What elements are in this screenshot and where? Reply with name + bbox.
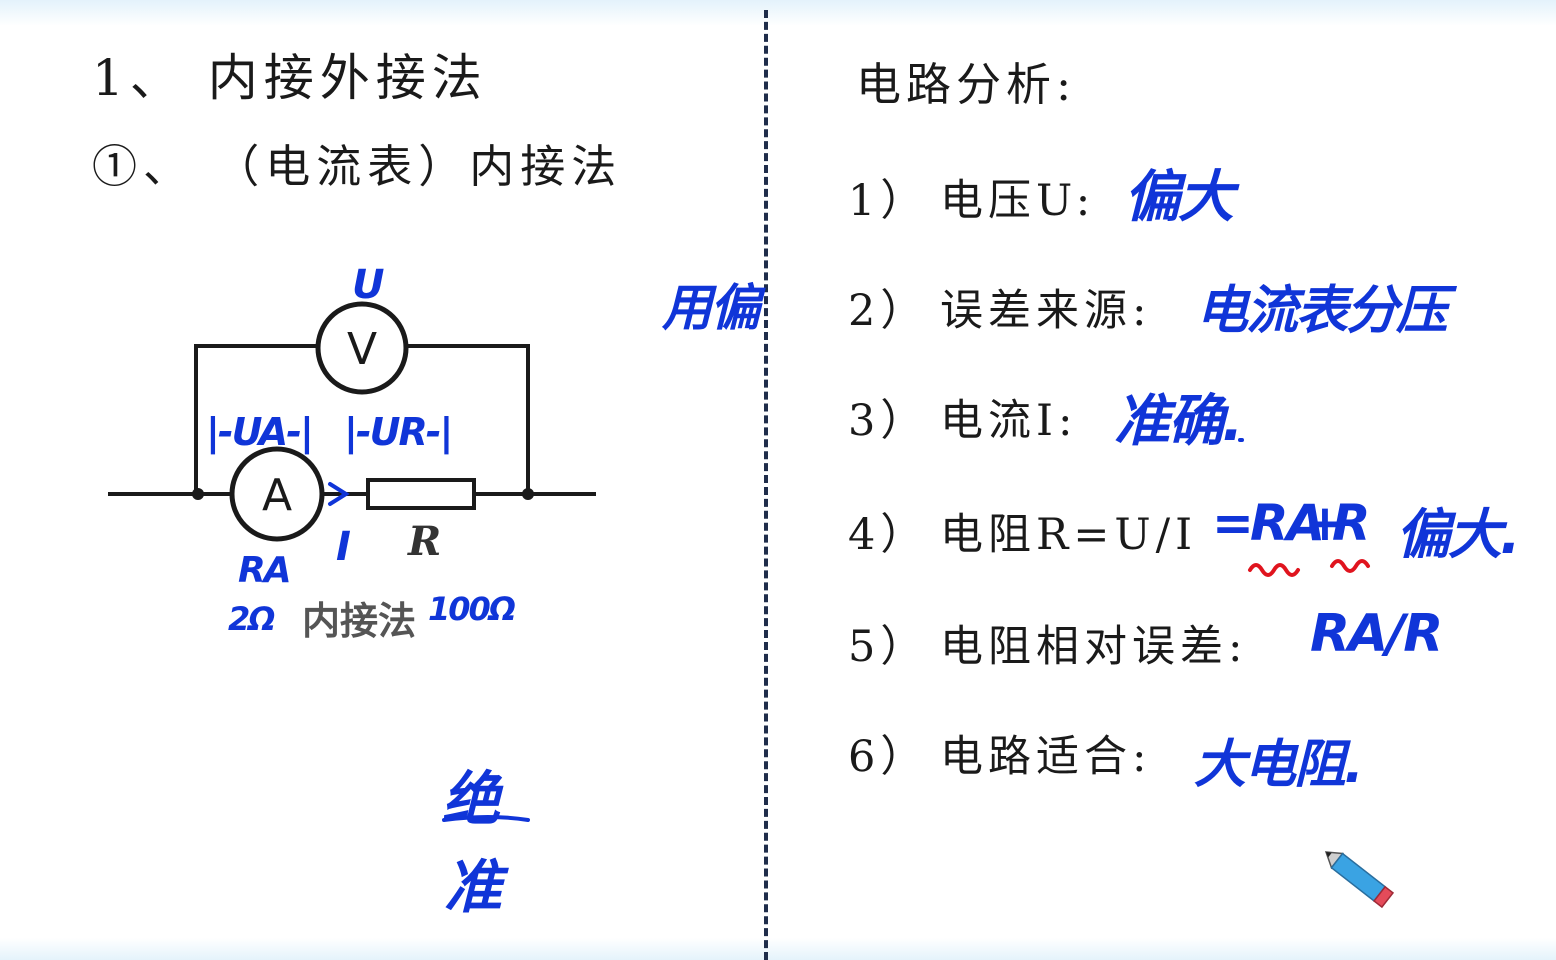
pencil-icon	[1324, 851, 1395, 909]
